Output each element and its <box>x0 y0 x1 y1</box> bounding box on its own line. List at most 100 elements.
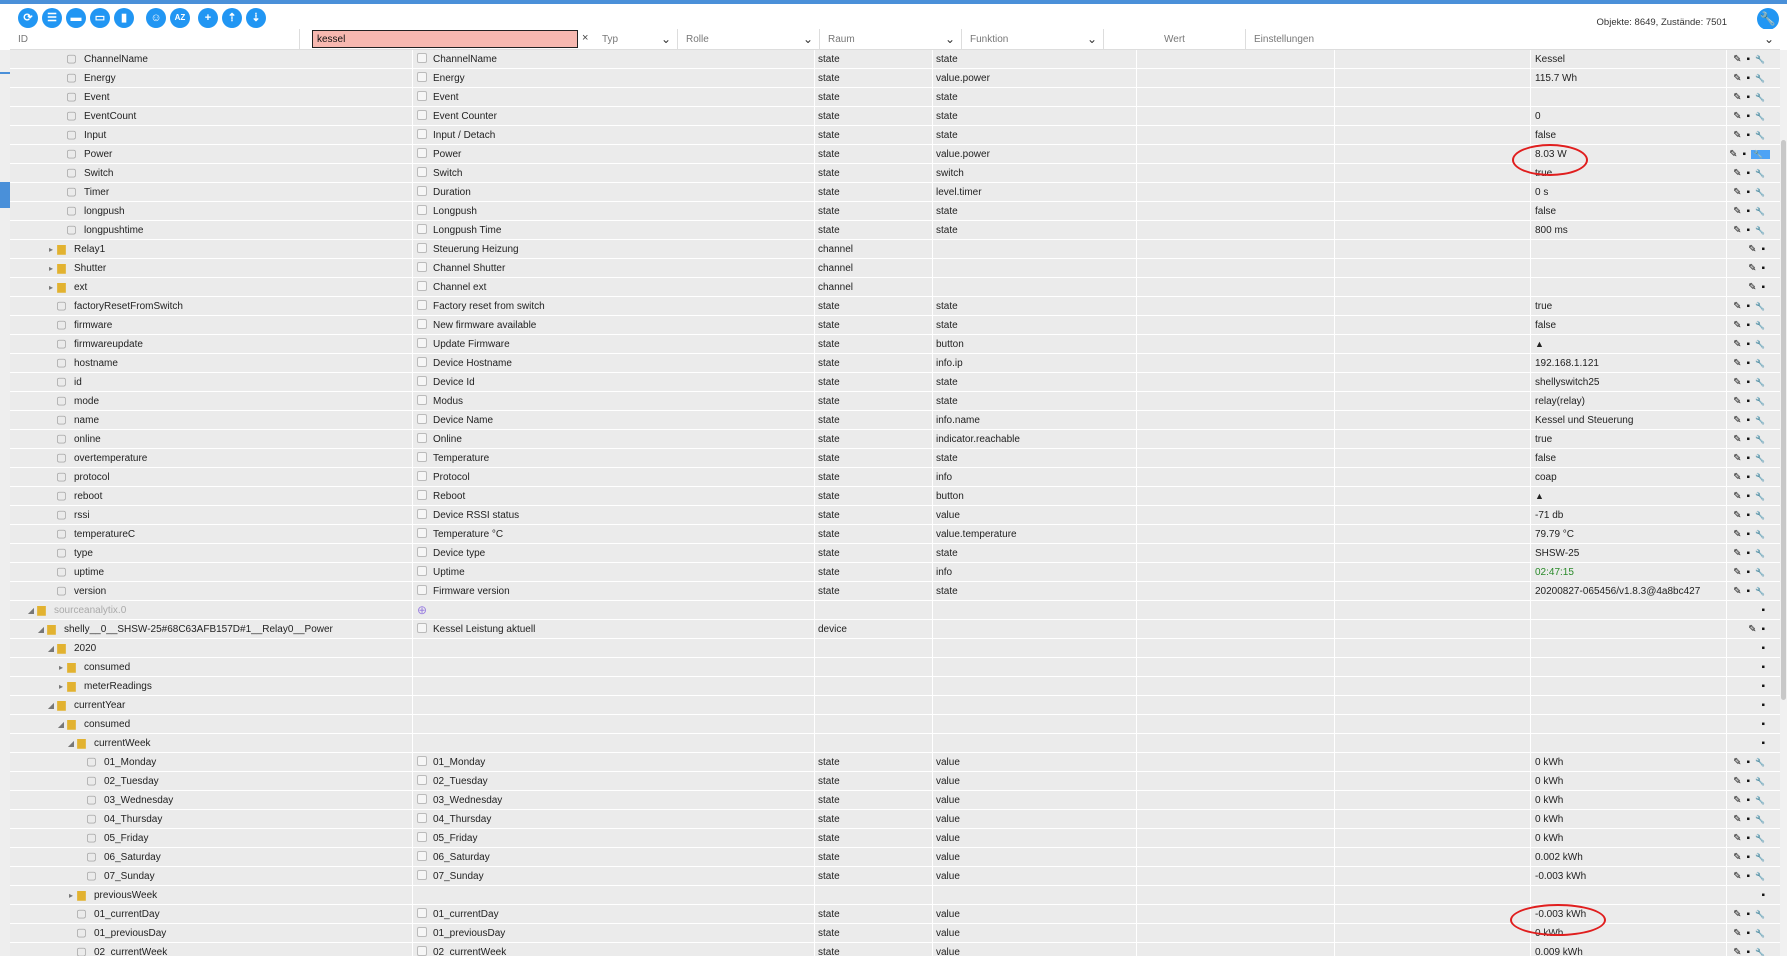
edit-icon[interactable]: ✎ <box>1733 54 1746 65</box>
sort-az-icon[interactable]: AZ <box>170 8 190 28</box>
delete-icon[interactable]: ▪ <box>1746 928 1755 939</box>
tree-row[interactable]: ▸ ▆ Relay1 Steuerung Heizung channel ✎▪ <box>10 240 1780 259</box>
object-id-cell[interactable]: ◢ ▆ currentWeek <box>10 734 410 753</box>
delete-icon[interactable]: ▪ <box>1746 871 1755 882</box>
settings-icon[interactable]: 🔧 <box>1755 473 1770 482</box>
object-id-cell[interactable]: ▢ 01_currentDay <box>10 905 410 924</box>
settings-icon[interactable]: 🔧 <box>1755 948 1770 956</box>
edit-icon[interactable]: ✎ <box>1733 510 1746 521</box>
delete-icon[interactable]: ▪ <box>1746 947 1755 956</box>
edit-icon[interactable]: ✎ <box>1733 776 1746 787</box>
object-id-cell[interactable]: ▢ online <box>10 430 410 449</box>
delete-icon[interactable]: ▪ <box>1746 168 1755 179</box>
edit-icon[interactable]: ✎ <box>1733 339 1746 350</box>
settings-icon[interactable]: 🔧 <box>1755 131 1770 140</box>
edit-icon[interactable]: ✎ <box>1733 187 1746 198</box>
settings-icon[interactable]: 🔧 <box>1755 378 1770 387</box>
delete-icon[interactable]: ▪ <box>1746 301 1755 312</box>
object-id-cell[interactable]: ◢ ▆ shelly__0__SHSW-25#68C63AFB157D#1__Rel… <box>10 620 410 639</box>
edit-icon[interactable]: ✎ <box>1733 130 1746 141</box>
edit-icon[interactable]: ✎ <box>1733 757 1746 768</box>
delete-icon[interactable]: ▪ <box>1746 111 1755 122</box>
refresh-icon[interactable]: ⟳ <box>18 8 38 28</box>
edit-icon[interactable]: ✎ <box>1733 491 1746 502</box>
delete-icon[interactable]: ▪ <box>1746 187 1755 198</box>
tree-row[interactable]: ▢ Energy Energy state value.power 115.7 Wh ✎▪🔧 <box>10 69 1780 88</box>
delete-icon[interactable]: ▪ <box>1746 491 1755 502</box>
edit-icon[interactable]: ✎ <box>1729 149 1742 160</box>
tree-row[interactable]: ▢ firmware New firmware available state stat… <box>10 316 1780 335</box>
object-id-cell[interactable]: ▢ mode <box>10 392 410 411</box>
delete-icon[interactable]: ▪ <box>1746 909 1755 920</box>
tree-row[interactable]: ▢ 05_Friday 05_Friday state value 0 kWh ✎▪🔧 <box>10 829 1780 848</box>
funktion-filter-select[interactable]: Funktion ⌄ <box>962 29 1104 49</box>
settings-icon[interactable]: 🔧 <box>1755 454 1770 463</box>
delete-icon[interactable]: ▪ <box>1746 320 1755 331</box>
tree-row[interactable]: ▢ online Online state indicator.reachable tru… <box>10 430 1780 449</box>
tree-row[interactable]: ▢ EventCount Event Counter state state 0 ✎▪🔧 <box>10 107 1780 126</box>
settings-icon[interactable]: 🔧 <box>1755 55 1770 64</box>
tree-row[interactable]: ▸ ▆ previousWeek ▪ <box>10 886 1780 905</box>
tree-row[interactable]: ▢ Input Input / Detach state state false ✎▪🔧 <box>10 126 1780 145</box>
edit-icon[interactable]: ✎ <box>1733 358 1746 369</box>
delete-icon[interactable]: ▪ <box>1746 814 1755 825</box>
object-id-cell[interactable]: ▢ 01_Monday <box>10 753 410 772</box>
tree-row[interactable]: ▢ name Device Name state info.name Kessel und… <box>10 411 1780 430</box>
object-id-cell[interactable]: ▸ ▆ Shutter <box>10 259 410 278</box>
tree-row[interactable]: ◢ ▆ 2020 ▪ <box>10 639 1780 658</box>
delete-icon[interactable]: ▪ <box>1746 377 1755 388</box>
delete-icon[interactable]: ▪ <box>1746 73 1755 84</box>
tree-row[interactable]: ▢ firmwareupdate Update Firmware state butto… <box>10 335 1780 354</box>
settings-icon[interactable]: 🔧 <box>1755 188 1770 197</box>
tree-row[interactable]: ▢ 07_Sunday 07_Sunday state value -0.003 kWh ✎… <box>10 867 1780 886</box>
object-id-cell[interactable]: ▢ protocol <box>10 468 410 487</box>
tree-row[interactable]: ◢ ▆ consumed ▪ <box>10 715 1780 734</box>
edit-icon[interactable]: ✎ <box>1733 529 1746 540</box>
delete-icon[interactable]: ▪ <box>1746 92 1755 103</box>
download-icon[interactable]: ⇣ <box>246 8 266 28</box>
delete-icon[interactable]: ▪ <box>1761 282 1770 293</box>
object-id-cell[interactable]: ▢ 04_Thursday <box>10 810 410 829</box>
tree-row[interactable]: ▢ uptime Uptime state info 02:47:15 ✎▪🔧 <box>10 563 1780 582</box>
tree-row[interactable]: ▸ ▆ consumed ▪ <box>10 658 1780 677</box>
settings-icon[interactable]: 🔧 <box>1755 511 1770 520</box>
edit-icon[interactable]: ✎ <box>1733 73 1746 84</box>
object-id-cell[interactable]: ▢ overtemperature <box>10 449 410 468</box>
object-id-cell[interactable]: ◢ ▆ currentYear <box>10 696 410 715</box>
clear-filter-icon[interactable]: × <box>582 32 588 44</box>
delete-icon[interactable]: ▪ <box>1761 662 1770 673</box>
tree-row[interactable]: ◢ ▆ shelly__0__SHSW-25#68C63AFB157D#1__Rel… <box>10 620 1780 639</box>
folder-icon[interactable]: ▬ <box>66 8 86 28</box>
save-icon[interactable]: ▮ <box>114 8 134 28</box>
edit-icon[interactable]: ✎ <box>1733 928 1746 939</box>
settings-icon[interactable]: 🔧 <box>1755 834 1770 843</box>
settings-icon[interactable]: 🔧 <box>1755 758 1770 767</box>
settings-icon[interactable]: 🔧 <box>1755 815 1770 824</box>
tree-row[interactable]: ▸ ▆ ext Channel ext channel ✎▪ <box>10 278 1780 297</box>
object-id-cell[interactable]: ▢ firmware <box>10 316 410 335</box>
typ-filter-select[interactable]: Typ ⌄ <box>594 29 678 49</box>
object-id-cell[interactable]: ◢ ▆ consumed <box>10 715 410 734</box>
edit-icon[interactable]: ✎ <box>1733 586 1746 597</box>
object-id-cell[interactable]: ▢ Input <box>10 126 410 145</box>
delete-icon[interactable]: ▪ <box>1746 415 1755 426</box>
collapse-arrow-icon[interactable]: ◢ <box>36 620 46 639</box>
object-id-cell[interactable]: ▢ Switch <box>10 164 410 183</box>
tree-row[interactable]: ▢ 02_currentWeek 02_currentWeek state value 0… <box>10 943 1780 956</box>
settings-icon[interactable]: 🔧 <box>1755 872 1770 881</box>
settings-icon[interactable]: 🔧 <box>1755 340 1770 349</box>
expand-arrow-icon[interactable]: ▸ <box>56 677 66 696</box>
settings-icon[interactable]: 🔧 <box>1755 435 1770 444</box>
tree-row[interactable]: ▢ reboot Reboot state button ▲ ✎▪🔧 <box>10 487 1780 506</box>
object-id-cell[interactable]: ▢ temperatureC <box>10 525 410 544</box>
settings-icon[interactable]: 🔧 <box>1751 150 1770 159</box>
edit-icon[interactable]: ✎ <box>1748 282 1761 293</box>
tree-row[interactable]: ▢ Timer Duration state level.timer 0 s ✎▪🔧 <box>10 183 1780 202</box>
edit-icon[interactable]: ✎ <box>1733 396 1746 407</box>
delete-icon[interactable]: ▪ <box>1746 396 1755 407</box>
settings-icon[interactable]: 🔧 <box>1755 359 1770 368</box>
list-view-icon[interactable]: ☰ <box>42 8 62 28</box>
object-id-cell[interactable]: ▢ hostname <box>10 354 410 373</box>
expand-arrow-icon[interactable]: ▸ <box>46 278 56 297</box>
edit-icon[interactable]: ✎ <box>1733 472 1746 483</box>
